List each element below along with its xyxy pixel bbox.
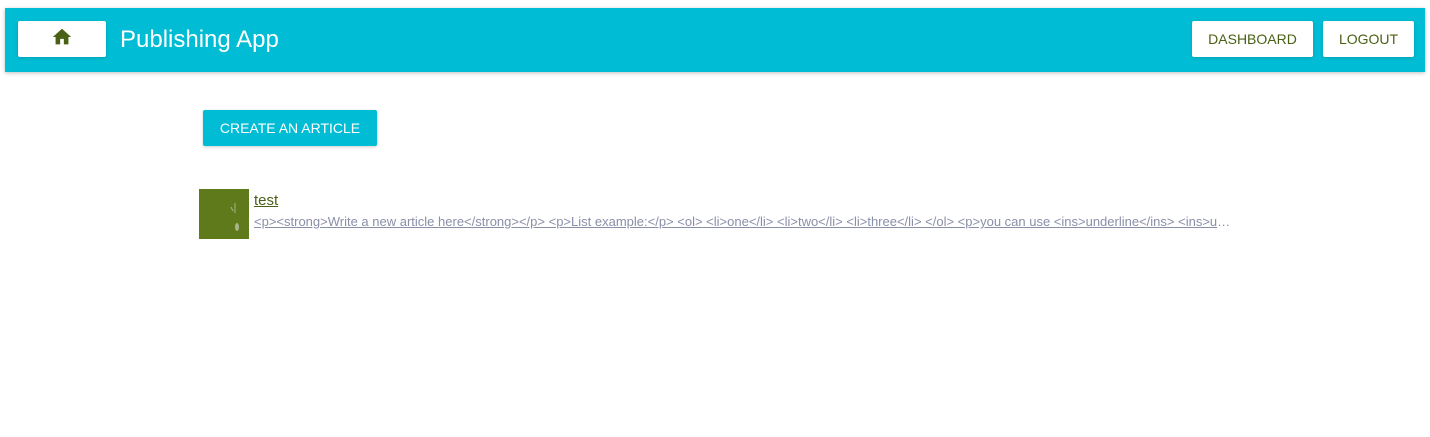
app-bar: Publishing App DASHBOARD LOGOUT <box>5 8 1425 72</box>
article-title-link[interactable]: test <box>254 192 278 209</box>
logout-button[interactable]: LOGOUT <box>1323 21 1414 57</box>
create-article-button[interactable]: CREATE AN ARTICLE <box>203 110 377 146</box>
article-list-item[interactable]: test <p><strong>Write a new article here… <box>199 189 1239 239</box>
home-button[interactable] <box>18 21 106 57</box>
article-thumbnail[interactable] <box>199 189 249 239</box>
app-title: Publishing App <box>120 26 279 53</box>
article-preview-text[interactable]: <p><strong>Write a new article here</str… <box>254 214 1234 229</box>
dashboard-button[interactable]: DASHBOARD <box>1192 21 1313 57</box>
home-icon <box>51 26 73 53</box>
